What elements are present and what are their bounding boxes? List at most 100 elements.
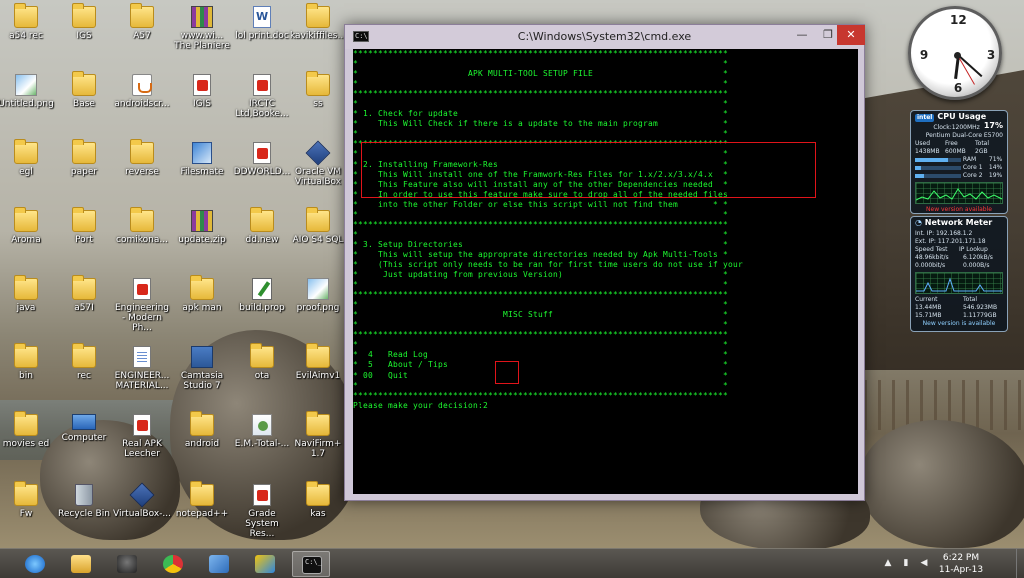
total-label: Total: [963, 296, 978, 303]
desktop-icon-fw[interactable]: Fw: [0, 481, 56, 519]
show-desktop-button[interactable]: [1016, 549, 1024, 578]
download-bytes: 0.000B/s: [963, 262, 990, 269]
desktop-icon-www-wi-the-planiere[interactable]: www.wi... The Planiere: [172, 6, 232, 51]
desktop-icon-real-apk-leecher[interactable]: Real APK Leecher: [112, 414, 172, 459]
desktop-icon-a54-rec[interactable]: a54 rec: [0, 3, 56, 41]
core1-bar: [915, 165, 961, 170]
desktop-icon-bin[interactable]: bin: [0, 343, 56, 381]
desktop-icon-e-m-total[interactable]: E.M.-Total-...: [232, 414, 292, 449]
desktop-icon-rec[interactable]: rec: [54, 343, 114, 381]
chrome-icon: [163, 555, 183, 573]
taskbar-paint-app[interactable]: [246, 551, 284, 577]
desktop-icon-grade-system-res[interactable]: Grade System Res...: [232, 484, 292, 539]
folder-icon: [72, 343, 96, 368]
taskbar-halo-game[interactable]: [108, 551, 146, 577]
desktop-icon-dd-new[interactable]: dd.new: [232, 207, 292, 245]
desktop-icon-movies-ed[interactable]: movies ed: [0, 411, 56, 449]
system-tray[interactable]: ▲ ▮ ◀ 6:22 PM 11-Apr-13: [880, 549, 1024, 578]
desktop-icon-paper[interactable]: paper: [54, 139, 114, 177]
network-update-notice[interactable]: New version is available: [911, 320, 1007, 329]
desktop-icon-base[interactable]: Base: [54, 71, 114, 109]
desktop-icon-label: Real APK Leecher: [122, 439, 162, 459]
desktop-icon-lol-print-doc[interactable]: lol print.doc: [232, 6, 292, 41]
desktop-icon-port[interactable]: Port: [54, 207, 114, 245]
desktop-icon-egl[interactable]: egl: [0, 139, 56, 177]
desktop-icon-untitled-png[interactable]: Untitled.png: [0, 74, 56, 109]
desktop-icon-engineer-material[interactable]: ENGINEER... MATERIAL...: [112, 346, 172, 391]
cpu-update-notice[interactable]: New version available: [911, 206, 1007, 215]
desktop-icon-label: Grade System Res...: [245, 509, 279, 539]
volume-icon[interactable]: ◀: [918, 558, 930, 569]
cmd-window[interactable]: C:\ C:\Windows\System32\cmd.exe — ❐ ✕ **…: [344, 24, 865, 501]
desktop-icon-apk-man[interactable]: apk man: [172, 275, 232, 313]
desktop-icon-camtasia-studio-7[interactable]: Camtasia Studio 7: [172, 346, 232, 391]
desktop-icon-comikona[interactable]: comikona...: [112, 207, 172, 245]
desktop-icon-a57[interactable]: A57: [112, 3, 172, 41]
clock-numeral-9: 9: [919, 48, 929, 62]
window-titlebar[interactable]: C:\ C:\Windows\System32\cmd.exe — ❐ ✕: [345, 25, 865, 49]
desktop-icon-navifirm-1-7[interactable]: NaviFirm+ 1.7: [288, 411, 348, 459]
pdf-icon: [133, 414, 151, 436]
taskbar-internet-explorer[interactable]: [16, 551, 54, 577]
speed-test-link[interactable]: Speed Test: [915, 246, 959, 254]
folder-icon: [14, 343, 38, 368]
desktop-icon-virtualbox[interactable]: VirtualBox-...: [112, 482, 172, 519]
desktop-icon-reverse[interactable]: reverse: [112, 139, 172, 177]
desktop-icon-build-prop[interactable]: build.prop: [232, 278, 292, 313]
taskbar-chrome[interactable]: [154, 551, 192, 577]
desktop-icon-a57i[interactable]: a57I: [54, 275, 114, 313]
network-meter-gadget[interactable]: ◔ Network Meter Int. IP: 192.168.1.2 Ext…: [910, 216, 1008, 332]
word-icon: [253, 6, 271, 28]
desktop-icon-aroma[interactable]: Aroma: [0, 207, 56, 245]
cpu-usage-gadget[interactable]: intel CPU Usage 17% Clock:1200MHz Pentium…: [910, 110, 1008, 214]
desktop-icon-notepad[interactable]: notepad++: [172, 481, 232, 519]
ip-lookup-link[interactable]: IP Lookup: [959, 246, 988, 253]
desktop-icon-kavikiffiles[interactable]: kavikiffiles...: [288, 3, 348, 41]
desktop-icon-engineering-modern-ph[interactable]: Engineering - Modern Ph...: [112, 278, 172, 333]
desktop-icon-aio-s4-sql[interactable]: AIO S4 SQL: [288, 207, 348, 245]
desktop-icon-kas[interactable]: kas: [288, 481, 348, 519]
desktop-icon-androidscr[interactable]: androidscr...: [112, 74, 172, 109]
desktop-icon-filesmate[interactable]: Filesmate: [172, 142, 232, 177]
taskbar-date[interactable]: 11-Apr-13: [936, 564, 986, 576]
cpu-usage-value: 17%: [983, 121, 1003, 130]
taskbar[interactable]: C:\_ ▲ ▮ ◀ 6:22 PM 11-Apr-13: [0, 548, 1024, 578]
taskbar-file-explorer[interactable]: [62, 551, 100, 577]
show-hidden-icons-icon[interactable]: ▲: [882, 558, 894, 569]
desktop-icon-android[interactable]: android: [172, 411, 232, 449]
folder-icon: [72, 275, 96, 300]
taskbar-time[interactable]: 6:22 PM: [936, 552, 986, 564]
folder-icon: [130, 207, 154, 232]
upload-rate-row: 48.96kbit/s 6.120kB/s: [911, 254, 1007, 262]
memory-values: 1438MB 600MB 2GB: [911, 148, 1007, 156]
desktop-icon-ota[interactable]: ota: [232, 343, 292, 381]
desktop-icon-igis[interactable]: IGIS: [172, 74, 232, 109]
folder-icon: [14, 411, 38, 436]
network-status-icon[interactable]: ▮: [900, 558, 912, 569]
desktop-icon-ddworld[interactable]: DDWORLD...: [232, 142, 292, 177]
close-button[interactable]: ✕: [837, 25, 865, 45]
desktop-icon-igs[interactable]: IGS: [54, 3, 114, 41]
desktop-icon-ss[interactable]: ss: [288, 71, 348, 109]
desktop-icon-recycle-bin[interactable]: Recycle Bin: [54, 484, 114, 519]
pencil-icon: [252, 278, 272, 300]
desktop-icon-irctc-ltd-booke[interactable]: IRCTC Ltd,Booke...: [232, 74, 292, 119]
ram-label: RAM: [962, 156, 977, 163]
clock-gadget[interactable]: 12 3 6 9: [908, 6, 1002, 100]
download-rate: 0.000bit/s: [915, 262, 946, 269]
taskbar-command-prompt[interactable]: C:\_: [292, 551, 330, 577]
desktop-icon-java[interactable]: java: [0, 275, 56, 313]
folder-icon: [306, 411, 330, 436]
desktop-icon-oracle-vm-virtualbox[interactable]: Oracle VM VirtualBox: [288, 140, 348, 187]
desktop-icon-proof-png[interactable]: proof.png: [288, 278, 348, 313]
total-up: 546.923MB: [963, 304, 998, 311]
taskbar-photo-viewer[interactable]: [200, 551, 238, 577]
desktop-icon-label: NaviFirm+ 1.7: [294, 439, 342, 459]
minimize-button[interactable]: —: [789, 25, 815, 45]
desktop-icon-update-zip[interactable]: update.zip: [172, 210, 232, 245]
current-up: 13.44MB: [915, 304, 942, 311]
desktop-icon-evilaimv1[interactable]: EvilAimv1: [288, 343, 348, 381]
desktop-icon-computer[interactable]: Computer: [54, 414, 114, 443]
console-output[interactable]: ****************************************…: [353, 49, 858, 494]
desktop-icon-label: Base: [73, 99, 95, 109]
